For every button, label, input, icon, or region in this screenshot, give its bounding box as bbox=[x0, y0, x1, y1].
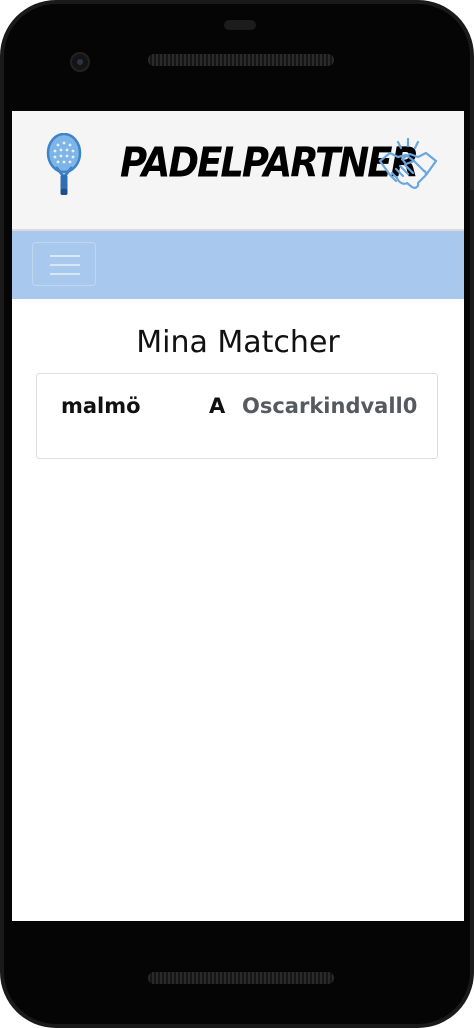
navbar bbox=[12, 231, 464, 299]
front-camera bbox=[70, 52, 90, 72]
handshake-icon bbox=[378, 137, 438, 189]
top-speaker-grille bbox=[148, 54, 334, 66]
match-user-link[interactable]: Oscarkindvall0 bbox=[242, 394, 417, 418]
app-screen: PADELPARTNER Mina Matcher malmö A Oscark… bbox=[12, 111, 464, 921]
match-city: malmö bbox=[61, 394, 141, 418]
match-level: A bbox=[209, 394, 226, 418]
brand-title: PADELPARTNER bbox=[120, 138, 419, 187]
phone-frame: PADELPARTNER Mina Matcher malmö A Oscark… bbox=[0, 0, 474, 1028]
app-header: PADELPARTNER bbox=[12, 111, 464, 231]
power-button bbox=[470, 560, 474, 640]
page-title: Mina Matcher bbox=[136, 325, 340, 360]
hamburger-line bbox=[50, 273, 80, 275]
hamburger-line bbox=[50, 264, 80, 266]
hamburger-menu-button[interactable] bbox=[32, 242, 96, 286]
bottom-speaker-grille bbox=[148, 972, 334, 984]
match-card[interactable]: malmö A Oscarkindvall0 bbox=[36, 373, 438, 459]
phone-sensor bbox=[224, 20, 256, 30]
padel-racket-icon bbox=[46, 133, 82, 195]
hamburger-menu-icon bbox=[50, 255, 80, 257]
volume-button bbox=[470, 150, 474, 190]
